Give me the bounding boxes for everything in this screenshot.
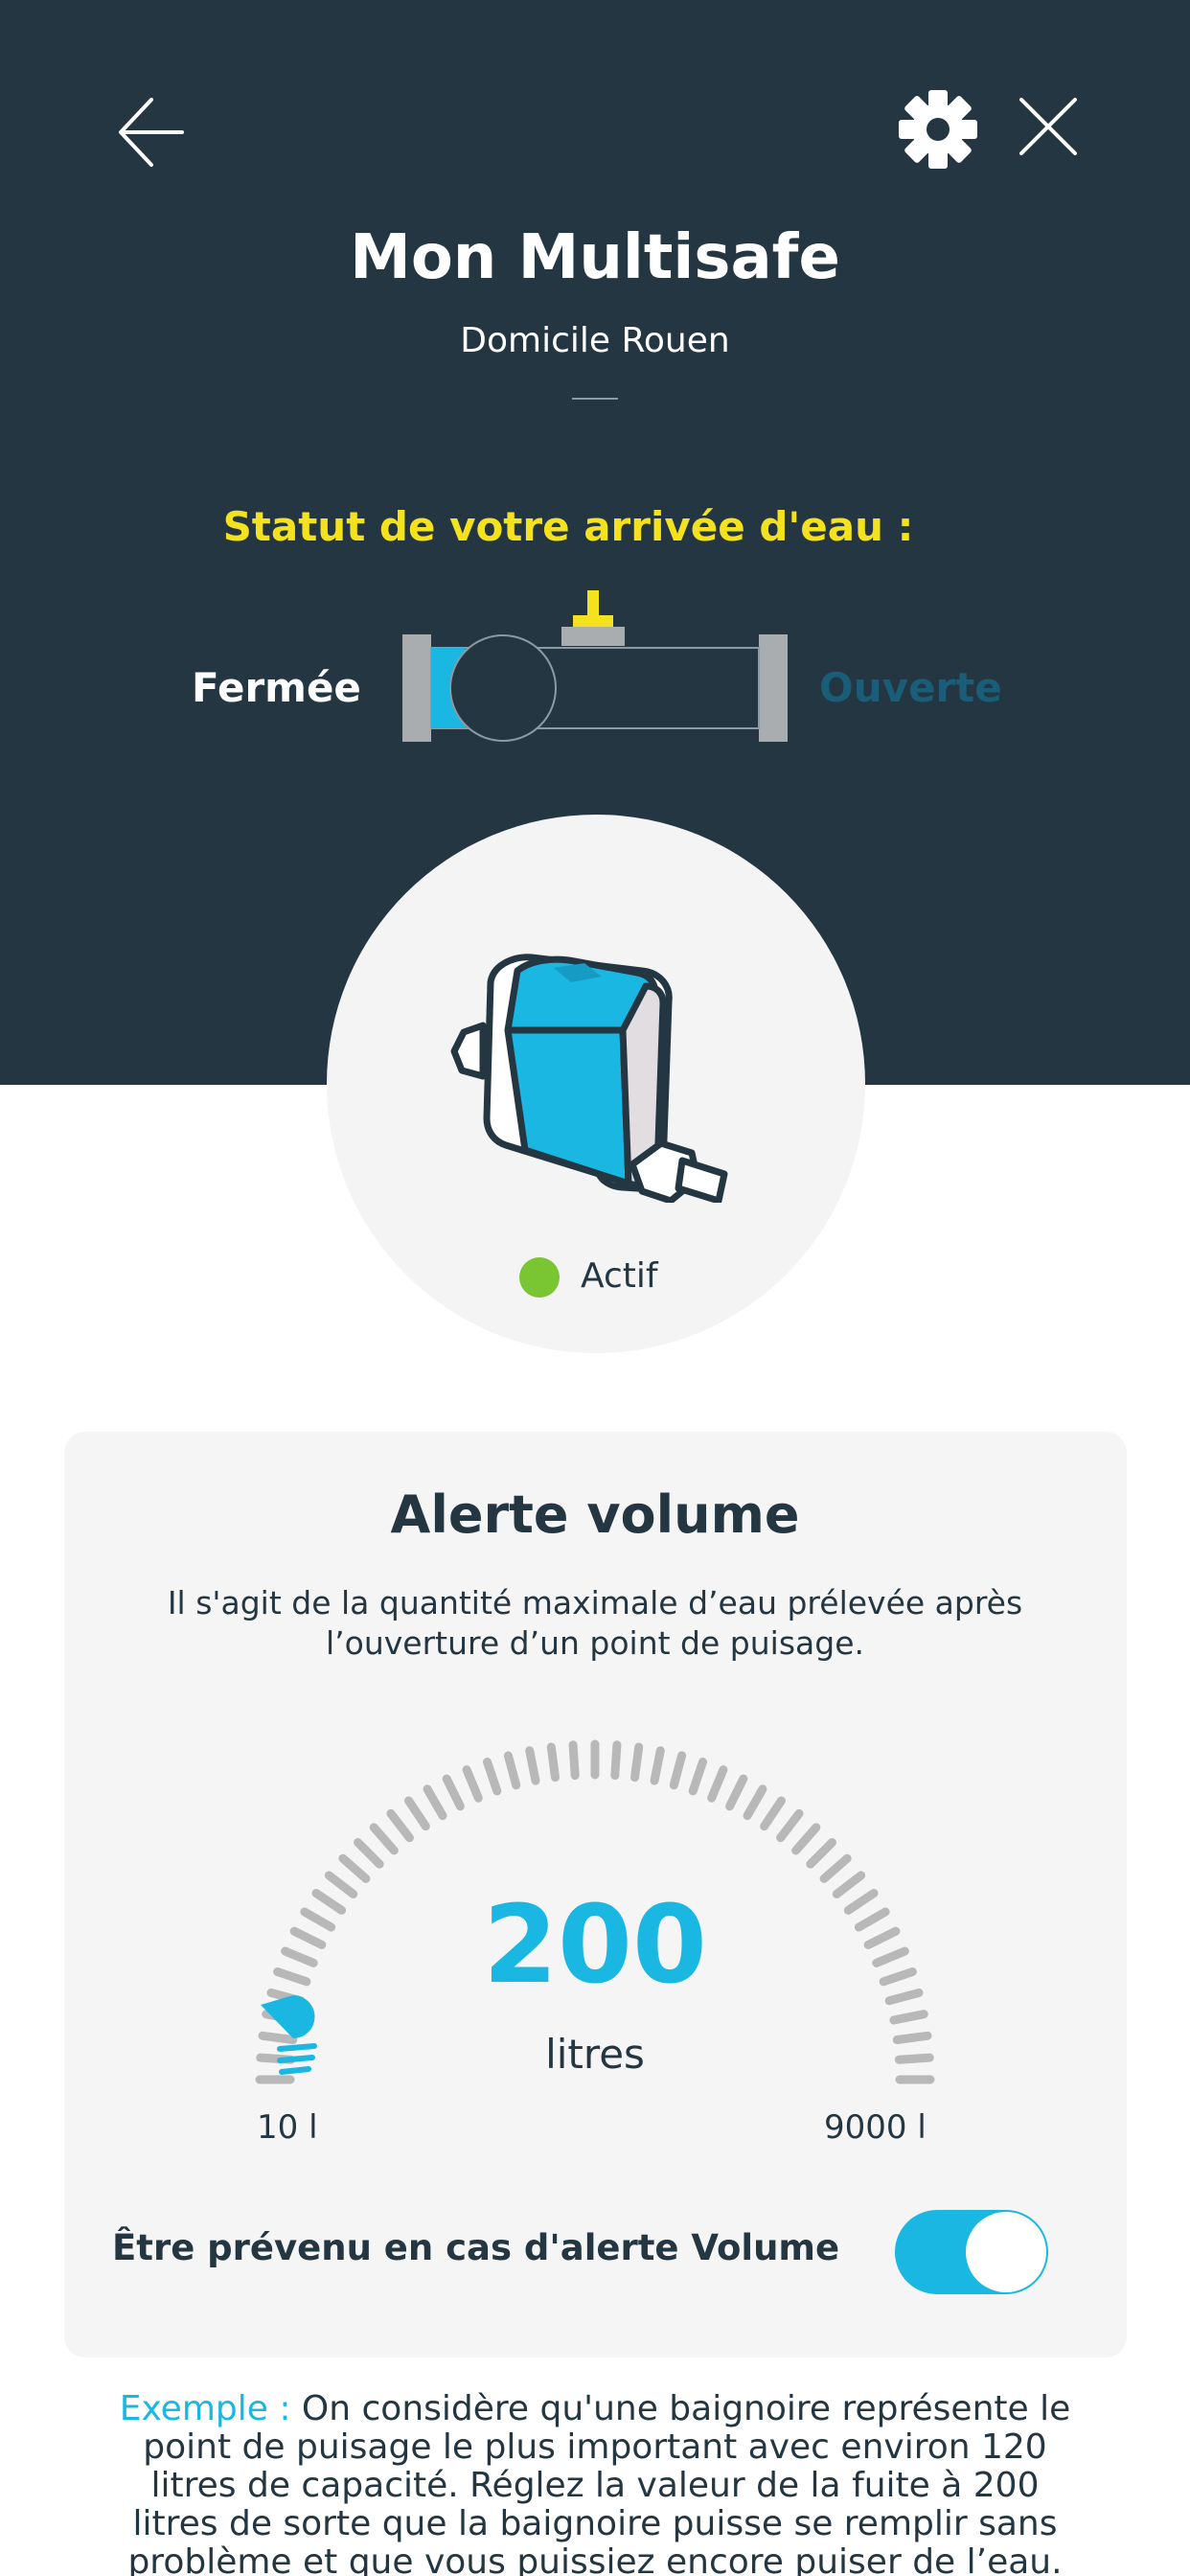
- gauge-tick: [760, 1796, 786, 1831]
- gauge-tick: [386, 1808, 414, 1843]
- gauge-tick: [546, 1742, 560, 1782]
- gauge-tick: [442, 1774, 465, 1811]
- gauge-tick: [630, 1742, 644, 1782]
- close-icon[interactable]: [1018, 96, 1079, 157]
- gauge-min-label: 10 l: [257, 2108, 318, 2147]
- page-subtitle: Domicile Rouen: [460, 321, 730, 360]
- gauge-tick: [791, 1823, 821, 1855]
- gauge-tick: [338, 1853, 371, 1883]
- gauge-tick: [707, 1765, 728, 1803]
- gauge-tick: [819, 1853, 852, 1883]
- valve-closed-label[interactable]: Fermée: [192, 659, 361, 717]
- gauge-tick: [462, 1765, 483, 1803]
- arrow-left-icon[interactable]: [117, 96, 184, 169]
- volume-alert-toggle[interactable]: [895, 2210, 1048, 2294]
- gauge-tick: [776, 1808, 804, 1843]
- volume-alert-toggle-label: Être prévenu en cas d'alerte Volume: [112, 2227, 840, 2268]
- water-status-heading: Statut de votre arrivée d'eau :: [222, 503, 914, 550]
- gauge-tick: [568, 1740, 580, 1781]
- status-indicator-dot: [519, 1257, 560, 1298]
- volume-value: 200: [483, 1883, 707, 2008]
- gear-icon[interactable]: [897, 88, 979, 171]
- volume-alert-description: Il s'agit de la quantité maximale d’eau …: [167, 1584, 1023, 1662]
- volume-alert-title: Alerte volume: [390, 1484, 800, 1545]
- gauge-tick: [482, 1758, 502, 1796]
- gauge-tick: [369, 1823, 399, 1855]
- volume-unit: litres: [545, 2031, 645, 2078]
- gauge-tick: [669, 1751, 687, 1790]
- gauge-tick: [688, 1758, 708, 1796]
- gauge-tick: [503, 1751, 521, 1790]
- valve-open-label[interactable]: Ouverte: [819, 659, 1002, 717]
- gauge-tick: [525, 1746, 540, 1785]
- gauge-tick: [806, 1838, 836, 1869]
- example-label: Exemple :: [119, 2389, 291, 2428]
- gauge-tick: [725, 1774, 748, 1811]
- gauge-max-label: 9000 l: [824, 2108, 927, 2147]
- title-divider: [572, 398, 618, 400]
- gauge-tick: [610, 1740, 622, 1781]
- gauge-tick: [354, 1838, 384, 1869]
- gauge-tick: [650, 1746, 665, 1785]
- gauge-tick: [404, 1796, 430, 1831]
- page-title: Mon Multisafe: [350, 222, 840, 293]
- gauge-tick: [743, 1784, 767, 1821]
- multisafe-device-icon: [450, 954, 728, 1203]
- valve-switch-icon[interactable]: [399, 586, 791, 745]
- example-text: Exemple : On considère qu'une baignoire …: [105, 2390, 1085, 2576]
- toggle-knob: [966, 2212, 1046, 2292]
- device-status-text: Actif: [581, 1256, 658, 1296]
- gauge-tick: [423, 1784, 447, 1821]
- gauge-tick: [889, 2010, 928, 2025]
